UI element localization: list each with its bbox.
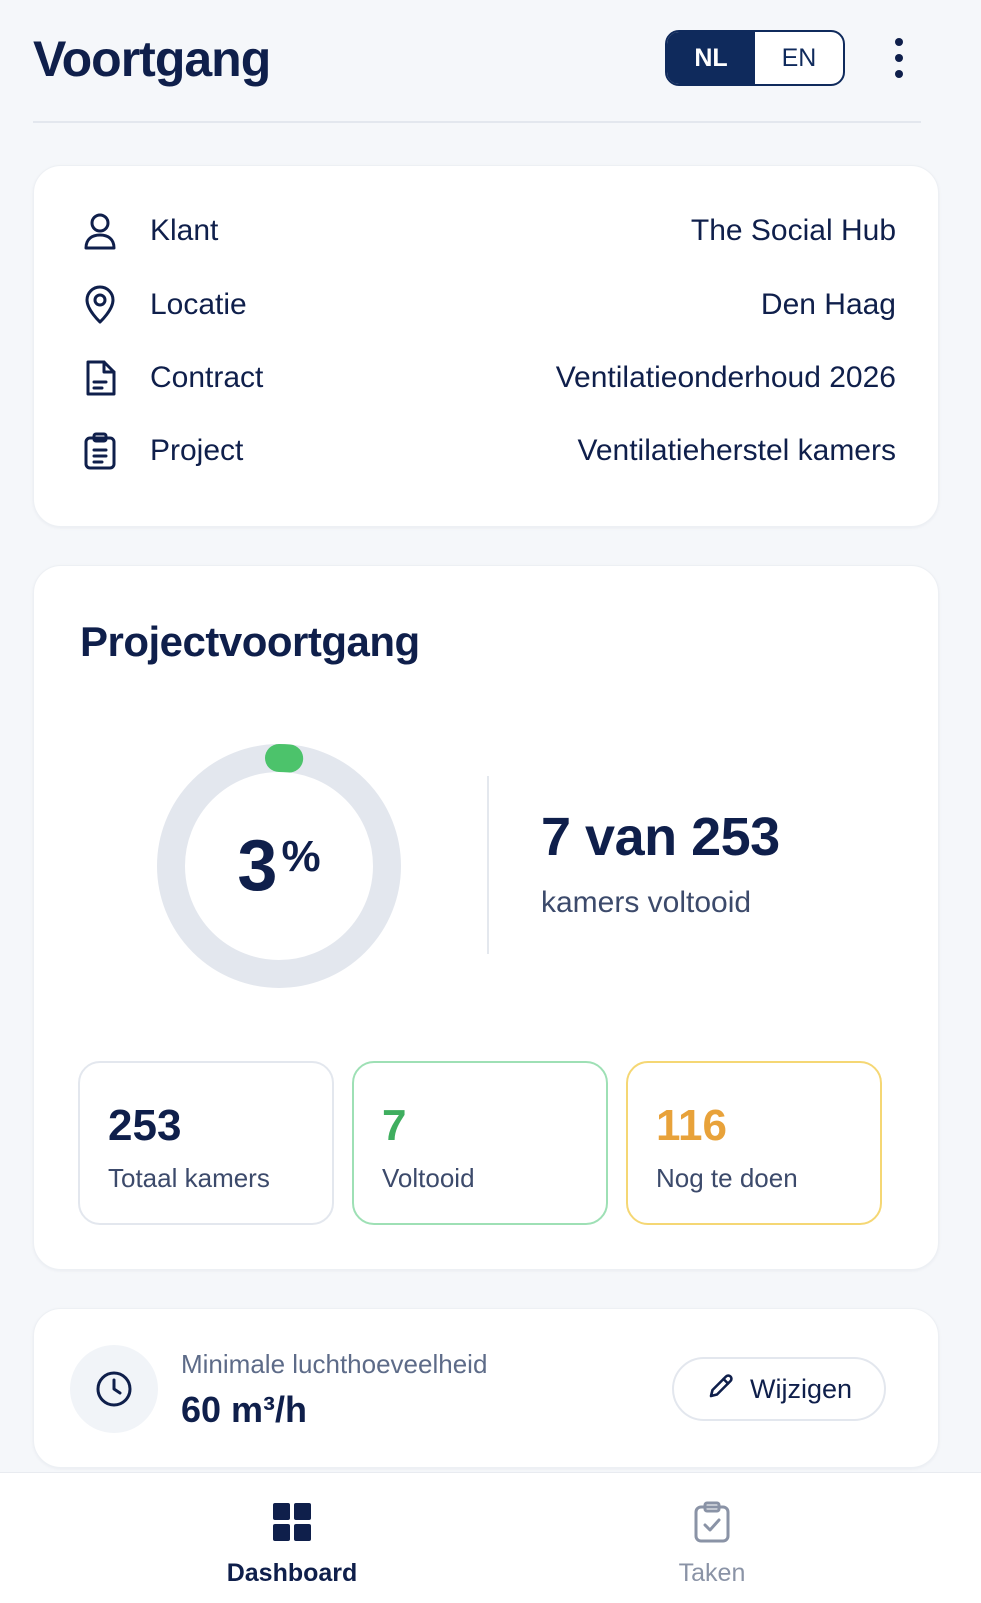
edit-button-label: Wijzigen <box>749 1373 853 1404</box>
user-icon <box>80 211 120 251</box>
stat-label: Nog te doen <box>656 1163 798 1193</box>
page-title: Voortgang <box>33 31 271 87</box>
section-title: Projectvoortgang <box>80 618 420 665</box>
project-progress-card: Projectvoortgang 3 % 7 van 253 kamers vo… <box>33 565 939 1270</box>
nav-item-tasks[interactable]: Taken <box>582 1473 842 1603</box>
bottom-navigation: Dashboard Taken <box>0 1472 981 1603</box>
project-info-card: Klant The Social Hub Locatie Den Haag Co… <box>33 165 939 527</box>
nav-label: Taken <box>678 1559 746 1587</box>
airflow-value: 60 m³/h <box>181 1389 308 1430</box>
clock-icon <box>70 1345 158 1433</box>
lang-option-nl[interactable]: NL <box>667 32 755 84</box>
dashboard-grid-icon <box>269 1499 315 1545</box>
info-row-locatie: Locatie Den Haag <box>80 280 896 330</box>
airflow-label: Minimale luchthoeveelheid <box>181 1349 488 1379</box>
stat-value: 7 <box>382 1101 407 1150</box>
stat-label: Voltooid <box>382 1163 475 1193</box>
stat-total-rooms: 253 Totaal kamers <box>78 1061 334 1225</box>
info-value: Den Haag <box>760 288 896 321</box>
language-toggle[interactable]: NL EN <box>665 30 845 86</box>
rooms-completed-label: kamers voltooid <box>541 886 752 919</box>
stat-completed: 7 Voltooid <box>352 1061 608 1225</box>
stat-remaining: 116 Nog te doen <box>626 1061 882 1225</box>
lang-option-en[interactable]: EN <box>755 32 843 84</box>
info-label: Contract <box>150 361 264 394</box>
progress-percent: 3 <box>237 826 278 906</box>
nav-label: Dashboard <box>226 1559 358 1587</box>
stat-value: 253 <box>108 1101 182 1150</box>
edit-button[interactable]: Wijzigen <box>672 1357 886 1421</box>
document-icon <box>80 358 120 398</box>
clipboard-check-icon <box>689 1499 735 1545</box>
location-pin-icon <box>80 285 120 325</box>
progress-ring: 3 % <box>154 741 404 991</box>
info-row-project: Project Ventilatieherstel kamers <box>80 426 896 476</box>
info-label: Project <box>150 434 244 467</box>
info-label: Klant <box>150 214 219 247</box>
nav-item-dashboard[interactable]: Dashboard <box>162 1473 422 1603</box>
info-row-klant: Klant The Social Hub <box>80 206 896 256</box>
progress-percent-symbol: % <box>281 832 321 881</box>
clipboard-list-icon <box>80 431 120 471</box>
stat-label: Totaal kamers <box>108 1163 270 1193</box>
airflow-card: Minimale luchthoeveelheid 60 m³/h Wijzig… <box>33 1308 939 1468</box>
info-row-contract: Contract Ventilatieonderhoud 2026 <box>80 353 896 403</box>
divider <box>487 776 489 954</box>
rooms-completed-count: 7 van 253 <box>541 807 780 867</box>
header: Voortgang NL EN <box>33 0 921 123</box>
pencil-icon <box>706 1371 736 1408</box>
info-value: The Social Hub <box>690 214 896 247</box>
stat-value: 116 <box>656 1101 727 1150</box>
info-label: Locatie <box>150 288 247 321</box>
more-options-icon[interactable] <box>889 38 909 78</box>
info-value: Ventilatieonderhoud 2026 <box>555 361 896 394</box>
info-value: Ventilatieherstel kamers <box>577 434 897 467</box>
